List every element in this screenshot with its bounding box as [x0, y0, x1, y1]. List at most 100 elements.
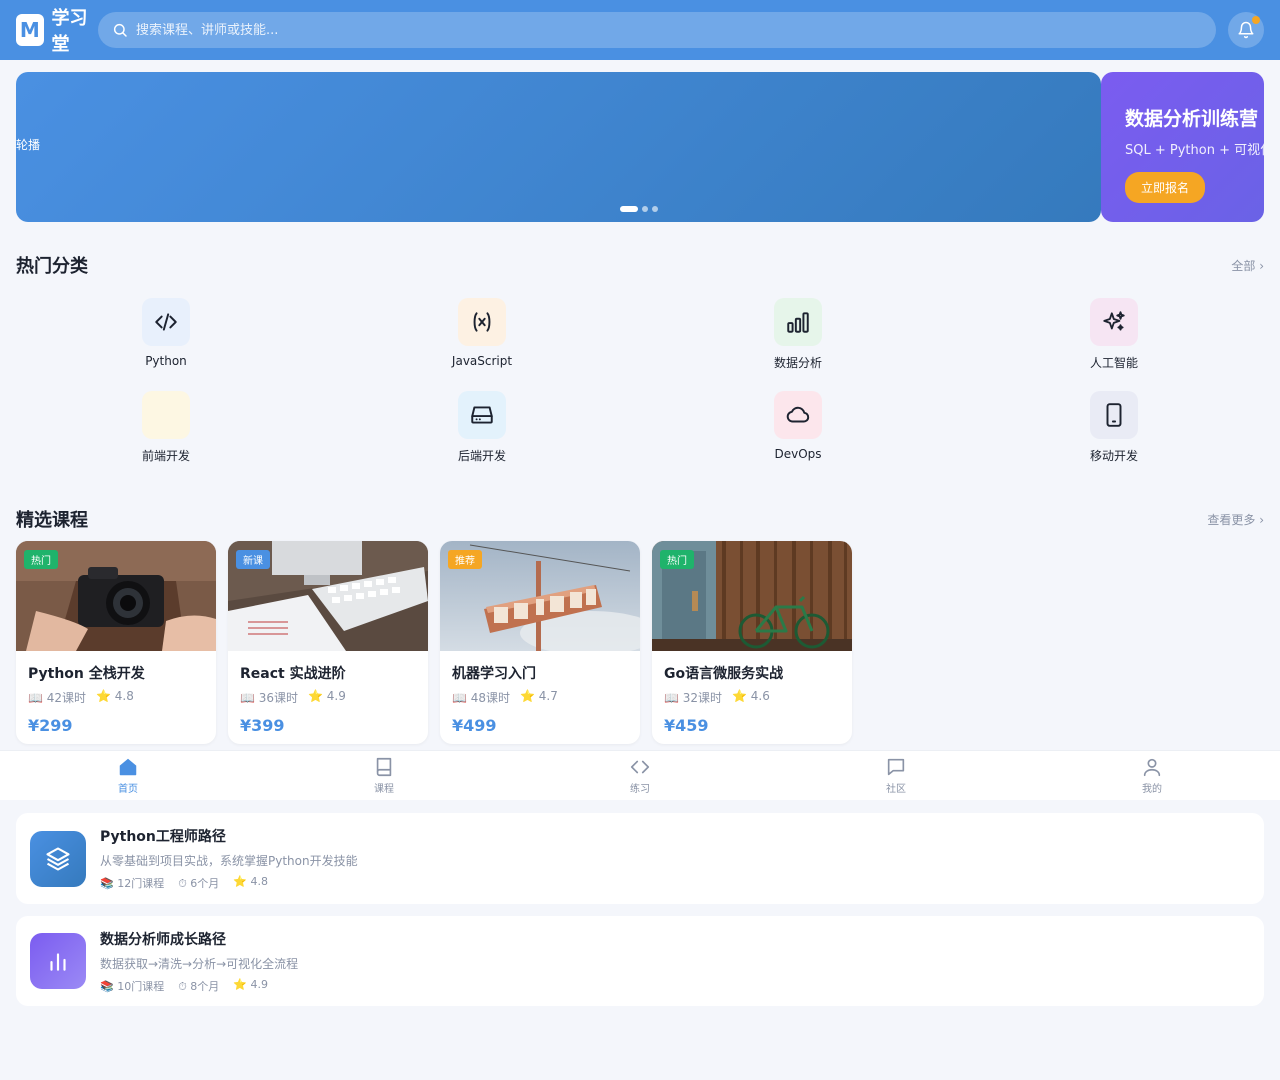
category-label: 移动开发 [1089, 449, 1138, 463]
course-rating: ⭐ 4.8 [96, 689, 134, 703]
course-tag: 新课 [236, 550, 270, 569]
promo-card[interactable]: 数据分析训练营 SQL + Python + 可视化实战 立即报名 [1101, 72, 1264, 222]
variable-icon [458, 298, 506, 346]
bicycle-photo: 热门 [652, 541, 852, 651]
category-item[interactable]: 移动开发 [956, 391, 1272, 464]
path-duration: ⏱ 8个月 [178, 979, 220, 993]
course-lessons: 📖 48课时 [452, 691, 511, 705]
carousel-dots [620, 206, 658, 212]
tab-community[interactable]: 社区 [768, 751, 1024, 800]
learning-path-card[interactable]: Python工程师路径 从零基础到项目实战，系统掌握Python开发技能 📚 1… [16, 813, 1264, 904]
category-label: Python [145, 354, 187, 368]
keyboard-photo: 新课 [228, 541, 428, 651]
course-tag: 推荐 [448, 550, 482, 569]
tab-home[interactable]: 首页 [0, 751, 256, 800]
category-label: DevOps [774, 447, 822, 461]
path-description: 数据获取→清洗→分析→可视化全流程 [100, 956, 299, 971]
notification-badge [1252, 16, 1260, 24]
category-item[interactable]: Python [8, 298, 324, 371]
course-rating: ⭐ 4.9 [308, 689, 346, 703]
tab-label: 练习 [630, 784, 650, 795]
logo-text: 学习堂 [51, 8, 88, 55]
bar-chart-icon [30, 933, 86, 989]
user-icon [1143, 758, 1161, 777]
path-course-count: 📚 10门课程 [100, 979, 165, 993]
category-item[interactable]: JavaScript [324, 298, 640, 371]
course-lessons: 📖 42课时 [28, 691, 87, 705]
tab-label: 社区 [886, 784, 906, 795]
enroll-button[interactable]: 立即报名 [1125, 172, 1206, 203]
code-icon [142, 298, 190, 346]
category-item[interactable]: 数据分析 [640, 298, 956, 371]
category-item[interactable]: 人工智能 [956, 298, 1272, 371]
logo[interactable]: M 学习堂 [16, 4, 98, 56]
category-item[interactable]: 后端开发 [324, 391, 640, 464]
blank-icon [142, 391, 190, 439]
bottom-tab-bar: 首页 课程 练习 社区 我的 [0, 750, 1280, 800]
course-card[interactable]: 热门 Go语言微服务实战 📖 32课时 ⭐ 4.6 ¥459 [652, 541, 852, 744]
search-icon [113, 23, 127, 37]
home-icon [119, 758, 137, 776]
course-price: ¥299 [28, 716, 73, 735]
tab-profile[interactable]: 我的 [1024, 751, 1280, 800]
course-card[interactable]: 新课 React 实战进阶 📖 36课时 ⭐ 4.9 ¥399 [228, 541, 428, 744]
path-title: Python工程师路径 [100, 829, 226, 845]
chart-bars-icon [774, 298, 822, 346]
phone-icon [1090, 391, 1138, 439]
banner-carousel[interactable]: 轮播 [16, 72, 1101, 222]
server-icon [458, 391, 506, 439]
tab-practice[interactable]: 练习 [512, 751, 768, 800]
course-lessons: 📖 36课时 [240, 691, 299, 705]
chat-icon [887, 758, 905, 776]
cloud-icon [774, 391, 822, 439]
carousel-dot[interactable] [652, 206, 658, 212]
category-label: 数据分析 [773, 356, 822, 370]
sparkles-icon [1090, 298, 1138, 346]
motel-sign-photo: 推荐 [440, 541, 640, 655]
search-bar[interactable] [98, 12, 1216, 48]
tab-courses[interactable]: 课程 [256, 751, 512, 800]
path-title: 数据分析师成长路径 [100, 931, 226, 948]
course-title: Go语言微服务实战 [664, 666, 784, 682]
book-icon [376, 757, 392, 777]
categories-header: 热门分类 全部 › [16, 252, 1264, 278]
view-all-link[interactable]: 全部 › [1231, 257, 1264, 274]
learning-path-card[interactable]: 数据分析师成长路径 数据获取→清洗→分析→可视化全流程 📚 10门课程 ⏱ 8个… [16, 916, 1264, 1006]
bell-icon [1238, 21, 1254, 39]
section-title: 热门分类 [16, 256, 88, 277]
category-label: 后端开发 [457, 449, 506, 463]
path-rating: ⭐ 4.8 [233, 875, 268, 888]
course-list: 热门 Python 全栈开发 📖 42课时 ⭐ 4.8 ¥299 新课 Reac… [16, 541, 852, 744]
top-header: M 学习堂 [0, 0, 1280, 60]
category-label: 人工智能 [1089, 356, 1138, 370]
carousel-dot[interactable] [620, 206, 638, 212]
view-more-link[interactable]: 查看更多 › [1207, 511, 1264, 528]
course-lessons: 📖 32课时 [664, 691, 723, 705]
notification-button[interactable] [1228, 12, 1264, 48]
tab-label: 课程 [374, 784, 394, 795]
path-duration: ⏱ 6个月 [178, 877, 220, 890]
course-title: React 实战进阶 [240, 666, 346, 682]
path-rating: ⭐ 4.9 [233, 977, 268, 991]
category-grid: Python JavaScript 数据分析 人工智能 前端开发 后端开发 De… [8, 298, 1272, 464]
section-title: 精选课程 [16, 510, 88, 531]
carousel-dot[interactable] [642, 206, 648, 212]
layers-icon [30, 830, 86, 887]
course-rating: ⭐ 4.7 [520, 689, 558, 703]
category-item[interactable]: DevOps [640, 391, 956, 464]
promo-subtitle: SQL + Python + 可视化实战 [1125, 143, 1264, 158]
course-tag: 热门 [660, 550, 694, 569]
course-price: ¥399 [240, 716, 285, 735]
code-icon [630, 760, 650, 774]
path-description: 从零基础到项目实战，系统掌握Python开发技能 [100, 854, 358, 868]
search-input[interactable] [136, 22, 1202, 38]
course-tag: 热门 [24, 550, 58, 569]
course-price: ¥459 [664, 716, 709, 735]
banner-text: 轮播 [16, 138, 41, 152]
course-card[interactable]: 热门 Python 全栈开发 📖 42课时 ⭐ 4.8 ¥299 [16, 541, 216, 744]
course-card[interactable]: 推荐 机器学习入门 📖 48课时 ⭐ 4.7 ¥499 [440, 541, 640, 744]
course-title: 机器学习入门 [452, 666, 536, 682]
promo-title: 数据分析训练营 [1125, 108, 1259, 130]
category-label: JavaScript [451, 354, 513, 368]
category-item[interactable]: 前端开发 [8, 391, 324, 464]
